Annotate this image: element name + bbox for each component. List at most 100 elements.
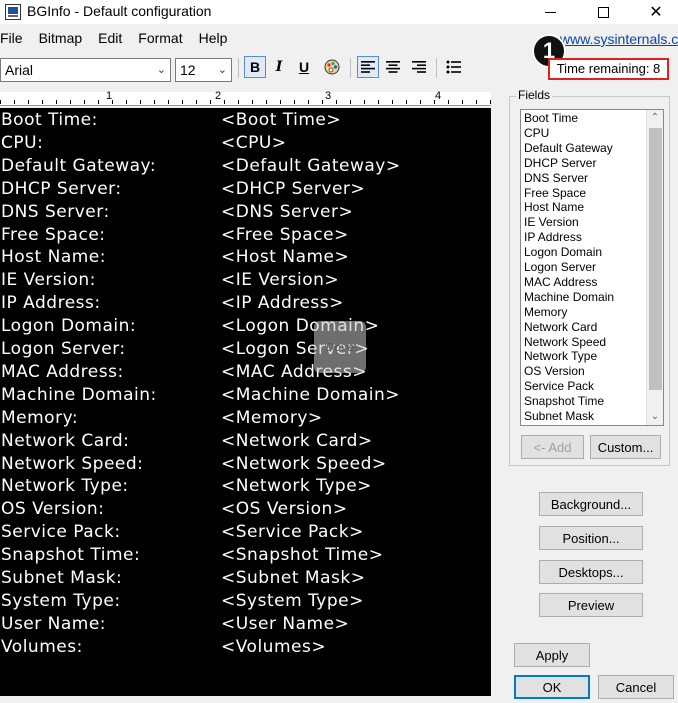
fields-list-item[interactable]: Machine Domain <box>524 290 614 305</box>
ok-button[interactable]: OK <box>514 675 590 699</box>
font-size-select[interactable]: 12 ⌄ <box>175 58 232 82</box>
align-left-icon <box>361 61 375 73</box>
scroll-up-icon[interactable]: ⌃ <box>647 110 663 126</box>
field-placeholder: <DHCP Server> <box>221 178 366 199</box>
menu-edit[interactable]: Edit <box>98 28 130 48</box>
field-placeholder: <Network Card> <box>221 430 373 451</box>
watermark: Dove <box>314 321 366 373</box>
align-right-button[interactable] <box>408 56 430 78</box>
field-placeholder: <CPU> <box>221 132 287 153</box>
minimize-button[interactable] <box>527 0 573 24</box>
italic-button[interactable]: I <box>268 56 290 78</box>
field-placeholder: <DNS Server> <box>221 201 354 222</box>
fields-list-item[interactable]: DHCP Server <box>524 156 596 171</box>
ruler-ticks <box>0 100 491 104</box>
fields-list-item[interactable]: Boot Time <box>524 111 578 126</box>
cancel-button[interactable]: Cancel <box>598 675 674 699</box>
fields-list-item[interactable]: Default Gateway <box>524 141 613 156</box>
add-button[interactable]: <- Add <box>521 435 584 459</box>
maximize-button[interactable] <box>580 0 626 24</box>
menu-format[interactable]: Format <box>138 28 190 48</box>
fields-list-item[interactable]: Network Speed <box>524 335 606 350</box>
field-label: Snapshot Time: <box>1 545 141 566</box>
field-placeholder: <Snapshot Time> <box>221 545 384 566</box>
field-label: Memory: <box>1 407 79 428</box>
fields-list-item[interactable]: CPU <box>524 126 549 141</box>
scroll-thumb[interactable] <box>649 128 662 390</box>
fields-list-item[interactable]: IP Address <box>524 230 582 245</box>
sysinternals-link[interactable]: www.sysinternals.com <box>560 31 678 47</box>
underline-icon: U <box>298 59 310 75</box>
field-label: Boot Time: <box>1 110 98 130</box>
field-placeholder: <Volumes> <box>221 636 327 657</box>
fields-list-item[interactable]: Free Space <box>524 186 586 201</box>
ruler: 1 2 3 4 <box>0 90 491 106</box>
color-button[interactable] <box>321 56 343 78</box>
field-placeholder: <Boot Time> <box>221 110 342 130</box>
field-placeholder: <IE Version> <box>221 270 340 291</box>
fields-list-item[interactable]: MAC Address <box>524 275 597 290</box>
watermark-text: Dove <box>325 340 355 354</box>
ruler-number: 4 <box>435 90 442 102</box>
field-placeholder: <OS Version> <box>221 499 348 520</box>
preview-button[interactable]: Preview <box>539 593 643 617</box>
fields-list-item[interactable]: Memory <box>524 305 567 320</box>
field-placeholder: <Service Pack> <box>221 522 364 543</box>
minimize-icon <box>544 11 556 13</box>
field-label: Free Space: <box>1 224 106 245</box>
fields-list-item[interactable]: IE Version <box>524 215 579 230</box>
desktops-button[interactable]: Desktops... <box>539 560 643 584</box>
window-title: BGInfo - Default configuration <box>27 3 212 19</box>
field-label: Logon Server: <box>1 339 126 359</box>
field-label: Subnet Mask: <box>1 568 123 588</box>
field-label: Volumes: <box>1 636 83 657</box>
editor-area[interactable]: Volumes: <Volumes> User Name: <User Name> Sy… <box>0 108 491 696</box>
field-placeholder: <Network Speed> <box>221 453 387 474</box>
underline-button[interactable]: U <box>293 56 315 78</box>
custom-button[interactable]: Custom... <box>590 435 661 459</box>
field-placeholder: <Network Type> <box>221 476 372 497</box>
scroll-down-icon[interactable]: ⌄ <box>647 409 663 425</box>
fields-scrollbar[interactable]: ⌃ ⌄ <box>646 110 663 425</box>
bullets-button[interactable] <box>443 56 465 78</box>
fields-list-item[interactable]: Snapshot Time <box>524 394 604 409</box>
menu-file[interactable]: File <box>0 28 31 48</box>
fields-listbox[interactable]: Subnet Mask Snapshot Time Service Pack OS V… <box>520 109 664 426</box>
fields-list-item[interactable]: Host Name <box>524 200 584 215</box>
fields-list-item[interactable]: Network Card <box>524 320 597 335</box>
toolbar-separator <box>238 58 239 78</box>
field-placeholder: <Host Name> <box>221 247 350 268</box>
app-icon <box>5 4 21 20</box>
bold-button[interactable]: B <box>244 56 266 78</box>
field-label: Logon Domain: <box>1 316 137 337</box>
menu-help[interactable]: Help <box>199 28 236 48</box>
field-placeholder: <Memory> <box>221 407 323 428</box>
fields-list-item[interactable]: OS Version <box>524 364 585 379</box>
background-button[interactable]: Background... <box>539 492 643 516</box>
align-left-button[interactable] <box>357 56 379 78</box>
apply-button[interactable]: Apply <box>514 643 590 667</box>
fields-list-item[interactable]: Logon Server <box>524 260 596 275</box>
close-button[interactable]: ✕ <box>633 0 678 24</box>
fields-list-item[interactable]: Subnet Mask <box>524 409 594 424</box>
field-label: Machine Domain: <box>1 384 157 405</box>
field-label: CPU: <box>1 132 44 153</box>
fields-list-item[interactable]: Service Pack <box>524 379 594 394</box>
toolbar-separator <box>350 58 351 78</box>
field-label: Default Gateway: <box>1 155 157 176</box>
font-select-value: Arial <box>5 62 34 78</box>
field-placeholder: <Default Gateway> <box>221 155 401 176</box>
fields-list-item[interactable]: Network Type <box>524 349 597 364</box>
fields-list-item[interactable]: Logon Domain <box>524 245 602 260</box>
bold-icon: B <box>249 59 261 75</box>
field-placeholder: <Free Space> <box>221 224 349 245</box>
toolbar-separator <box>436 58 437 78</box>
align-center-button[interactable] <box>382 56 404 78</box>
field-label: MAC Address: <box>1 361 124 382</box>
position-button[interactable]: Position... <box>539 526 643 550</box>
field-label: User Name: <box>1 613 107 634</box>
fields-list-item[interactable]: DNS Server <box>524 171 588 186</box>
title-bar: BGInfo - Default configuration ✕ <box>0 0 678 24</box>
menu-bitmap[interactable]: Bitmap <box>39 28 91 48</box>
font-select[interactable]: Arial ⌄ <box>0 58 171 82</box>
